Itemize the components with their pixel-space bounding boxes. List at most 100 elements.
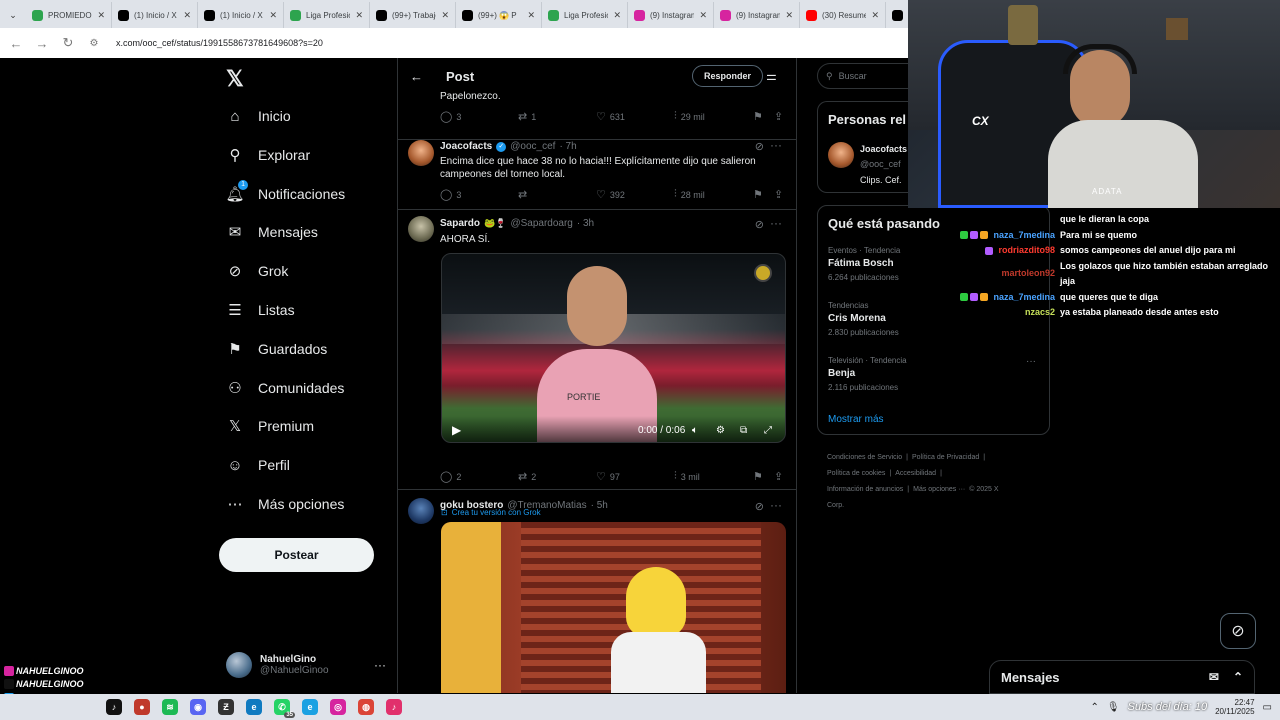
back-arrow-icon[interactable]: ← (8, 36, 24, 51)
trend-item[interactable]: Eventos · Tendencia Fátima Bosch 6.264 pub… (828, 246, 900, 282)
like-action[interactable]: ♡ 97 (596, 470, 620, 483)
tweet-time[interactable]: · 3h (577, 218, 594, 229)
forward-arrow-icon[interactable]: → (34, 36, 50, 51)
reload-icon[interactable]: ↻ (60, 35, 76, 51)
footer-link[interactable]: Política de Privacidad (912, 454, 979, 461)
close-tab-icon[interactable]: ✕ (613, 10, 621, 21)
reply-action[interactable]: ◯ 3 (440, 188, 461, 201)
sidebar-item-perfil[interactable]: ☺ Perfil (226, 453, 290, 477)
video-player[interactable]: PORTIE ▶ 0:00 / 0:06 🔈︎ ⚙ ⧉ ⤢ (441, 253, 786, 443)
like-action[interactable]: ♡ 392 (596, 188, 625, 201)
retweet-action[interactable]: ⇄ 2 (518, 470, 536, 483)
browser-tab[interactable]: (99+) 😱 P ✕ (456, 2, 542, 28)
close-tab-icon[interactable]: ✕ (97, 10, 105, 21)
reply-action[interactable]: ◯ 3 (440, 110, 461, 123)
discord-app-icon[interactable]: ◉ (190, 699, 206, 715)
fullscreen-icon[interactable]: ⤢ (764, 425, 772, 436)
like-action[interactable]: ♡ 631 (596, 110, 625, 123)
show-more-link[interactable]: Mostrar más (828, 414, 884, 425)
tray-chevron-icon[interactable]: ⌃ (1090, 702, 1098, 713)
tweet-1[interactable]: Joacofacts ✓ @ooc_cef · 7h ⊘ ··· Encima … (398, 138, 796, 210)
browser-tab[interactable]: (9) Instagram ✕ (714, 2, 800, 28)
tweet-image[interactable] (441, 522, 786, 693)
tweet-2[interactable]: Sapardo 🐸🍷 @Sapardoarg · 3h ⊘ ··· AHORA … (398, 210, 796, 517)
views-action[interactable]: ⫶ 28 mil (674, 188, 705, 201)
account-switcher[interactable]: NahuelGino @NahuelGinoo ··· (226, 650, 386, 680)
author-handle[interactable]: @ooc_cef (510, 141, 555, 152)
notifications-icon[interactable]: ▭ (1263, 702, 1272, 713)
trend-item[interactable]: Tendencias Cris Morena 2.830 publicaciones (828, 301, 899, 337)
browser-tab[interactable]: (1) Inicio / X ✕ (198, 2, 284, 28)
browser-tab[interactable]: PROMIEDOS ✕ (26, 2, 112, 28)
close-tab-icon[interactable]: ✕ (183, 10, 191, 21)
tweet-3[interactable]: goku bostero @TremanoMatias · 5h ⊘ ··· (398, 490, 796, 693)
close-tab-icon[interactable]: ✕ (441, 10, 449, 21)
close-tab-icon[interactable]: ✕ (355, 10, 363, 21)
close-tab-icon[interactable]: ✕ (785, 10, 793, 21)
close-tab-icon[interactable]: ✕ (269, 10, 277, 21)
instagram-app-icon[interactable]: ◎ (330, 699, 346, 715)
messages-drawer[interactable]: Mensajes ✉ ⌃ (989, 660, 1255, 694)
share-icon[interactable]: ⇪ (774, 188, 783, 201)
tweet-time[interactable]: · 7h (559, 141, 576, 152)
edge-app-2-icon[interactable]: e (302, 699, 318, 715)
site-info-icon[interactable]: ⚙ (86, 38, 102, 49)
browser-tab[interactable]: (9) Instagram ✕ (628, 2, 714, 28)
sidebar-item-explorar[interactable]: ⚲ Explorar (226, 143, 311, 167)
author-name[interactable]: Joacofacts (440, 141, 492, 152)
pip-icon[interactable]: ⧉ (740, 425, 747, 436)
author-name[interactable]: goku bostero (440, 500, 503, 511)
expand-icon[interactable]: ⌃ (1233, 670, 1243, 684)
sidebar-item-comunidades[interactable]: ⚇ Comunidades (226, 376, 344, 400)
sidebar-item-listas[interactable]: ☰ Listas (226, 298, 294, 322)
tab-search-chevron-icon[interactable]: ⌄ (0, 2, 26, 28)
sidebar-item-msopciones[interactable]: ⋯ Más opciones (226, 492, 345, 516)
grok-icon[interactable]: ⊘ (755, 218, 764, 231)
more-icon[interactable]: ··· (770, 216, 782, 230)
play-icon[interactable]: ▶ (452, 423, 461, 437)
reply-button[interactable]: Responder (692, 65, 764, 87)
volume-icon[interactable]: 🔈︎ (692, 425, 698, 436)
url-text[interactable]: x.com/ooc_cef/status/1991558673781649608… (116, 38, 323, 48)
tiktok-app-icon[interactable]: ♪ (106, 699, 122, 715)
browser-tab[interactable]: (99+) Trabajo ✕ (370, 2, 456, 28)
sidebar-item-inicio[interactable]: ⌂ Inicio (226, 104, 290, 128)
tweet-0[interactable]: Papelonezco. ◯ 3 ⇄ 1 ♡ 631 ⫶ 29 mil ⚑ ⇪ (398, 88, 796, 140)
edge-app-icon[interactable]: e (246, 699, 262, 715)
views-action[interactable]: ⫶ 29 mil (674, 110, 705, 123)
sidebar-item-grok[interactable]: ⊘ Grok (226, 259, 289, 283)
bookmark-icon[interactable]: ⚑ (753, 470, 763, 483)
more-icon[interactable]: ··· (770, 138, 782, 152)
grok-floating-button[interactable]: ⊘ (1220, 613, 1256, 649)
trend-item[interactable]: Televisión · Tendencia Benja 2.116 publica… (828, 356, 907, 392)
mic-icon[interactable]: 🎙︎ (1107, 702, 1120, 713)
footer-link[interactable]: Más opciones ··· (913, 486, 965, 493)
record-app-icon[interactable]: ● (134, 699, 150, 715)
tool-app-icon[interactable]: Ƶ (218, 699, 234, 715)
more-icon[interactable]: ··· (1026, 356, 1036, 367)
sliders-icon[interactable]: ⚌ (766, 69, 777, 83)
share-icon[interactable]: ⇪ (774, 110, 783, 123)
related-handle[interactable]: @ooc_cef (860, 159, 901, 169)
spotify-app-icon[interactable]: ≋ (162, 699, 178, 715)
avatar[interactable] (828, 142, 854, 168)
chrome-app-icon[interactable]: ◍ (358, 699, 374, 715)
more-options-icon[interactable]: ··· (374, 658, 386, 672)
views-action[interactable]: ⫶ 3 mil (674, 470, 700, 483)
bookmark-icon[interactable]: ⚑ (753, 110, 763, 123)
share-icon[interactable]: ⇪ (774, 470, 783, 483)
close-tab-icon[interactable]: ✕ (699, 10, 707, 21)
browser-tab[interactable]: Liga Profesional✕ (284, 2, 370, 28)
retweet-action[interactable]: ⇄ 1 (518, 110, 536, 123)
retweet-action[interactable]: ⇄ (518, 188, 527, 201)
browser-tab[interactable]: (30) Resumen✕ (800, 2, 886, 28)
grok-icon[interactable]: ⊘ (755, 500, 764, 513)
footer-link[interactable]: Accesibilidad (895, 470, 936, 477)
browser-tab[interactable]: (1) Inicio / X ✕ (112, 2, 198, 28)
settings-icon[interactable]: ⚙ (716, 425, 725, 436)
footer-link[interactable]: Política de cookies (827, 470, 885, 477)
related-name[interactable]: Joacofacts (860, 144, 907, 154)
sidebar-item-guardados[interactable]: ⚑ Guardados (226, 337, 327, 361)
grok-icon[interactable]: ⊘ (755, 140, 764, 153)
bookmark-icon[interactable]: ⚑ (753, 188, 763, 201)
